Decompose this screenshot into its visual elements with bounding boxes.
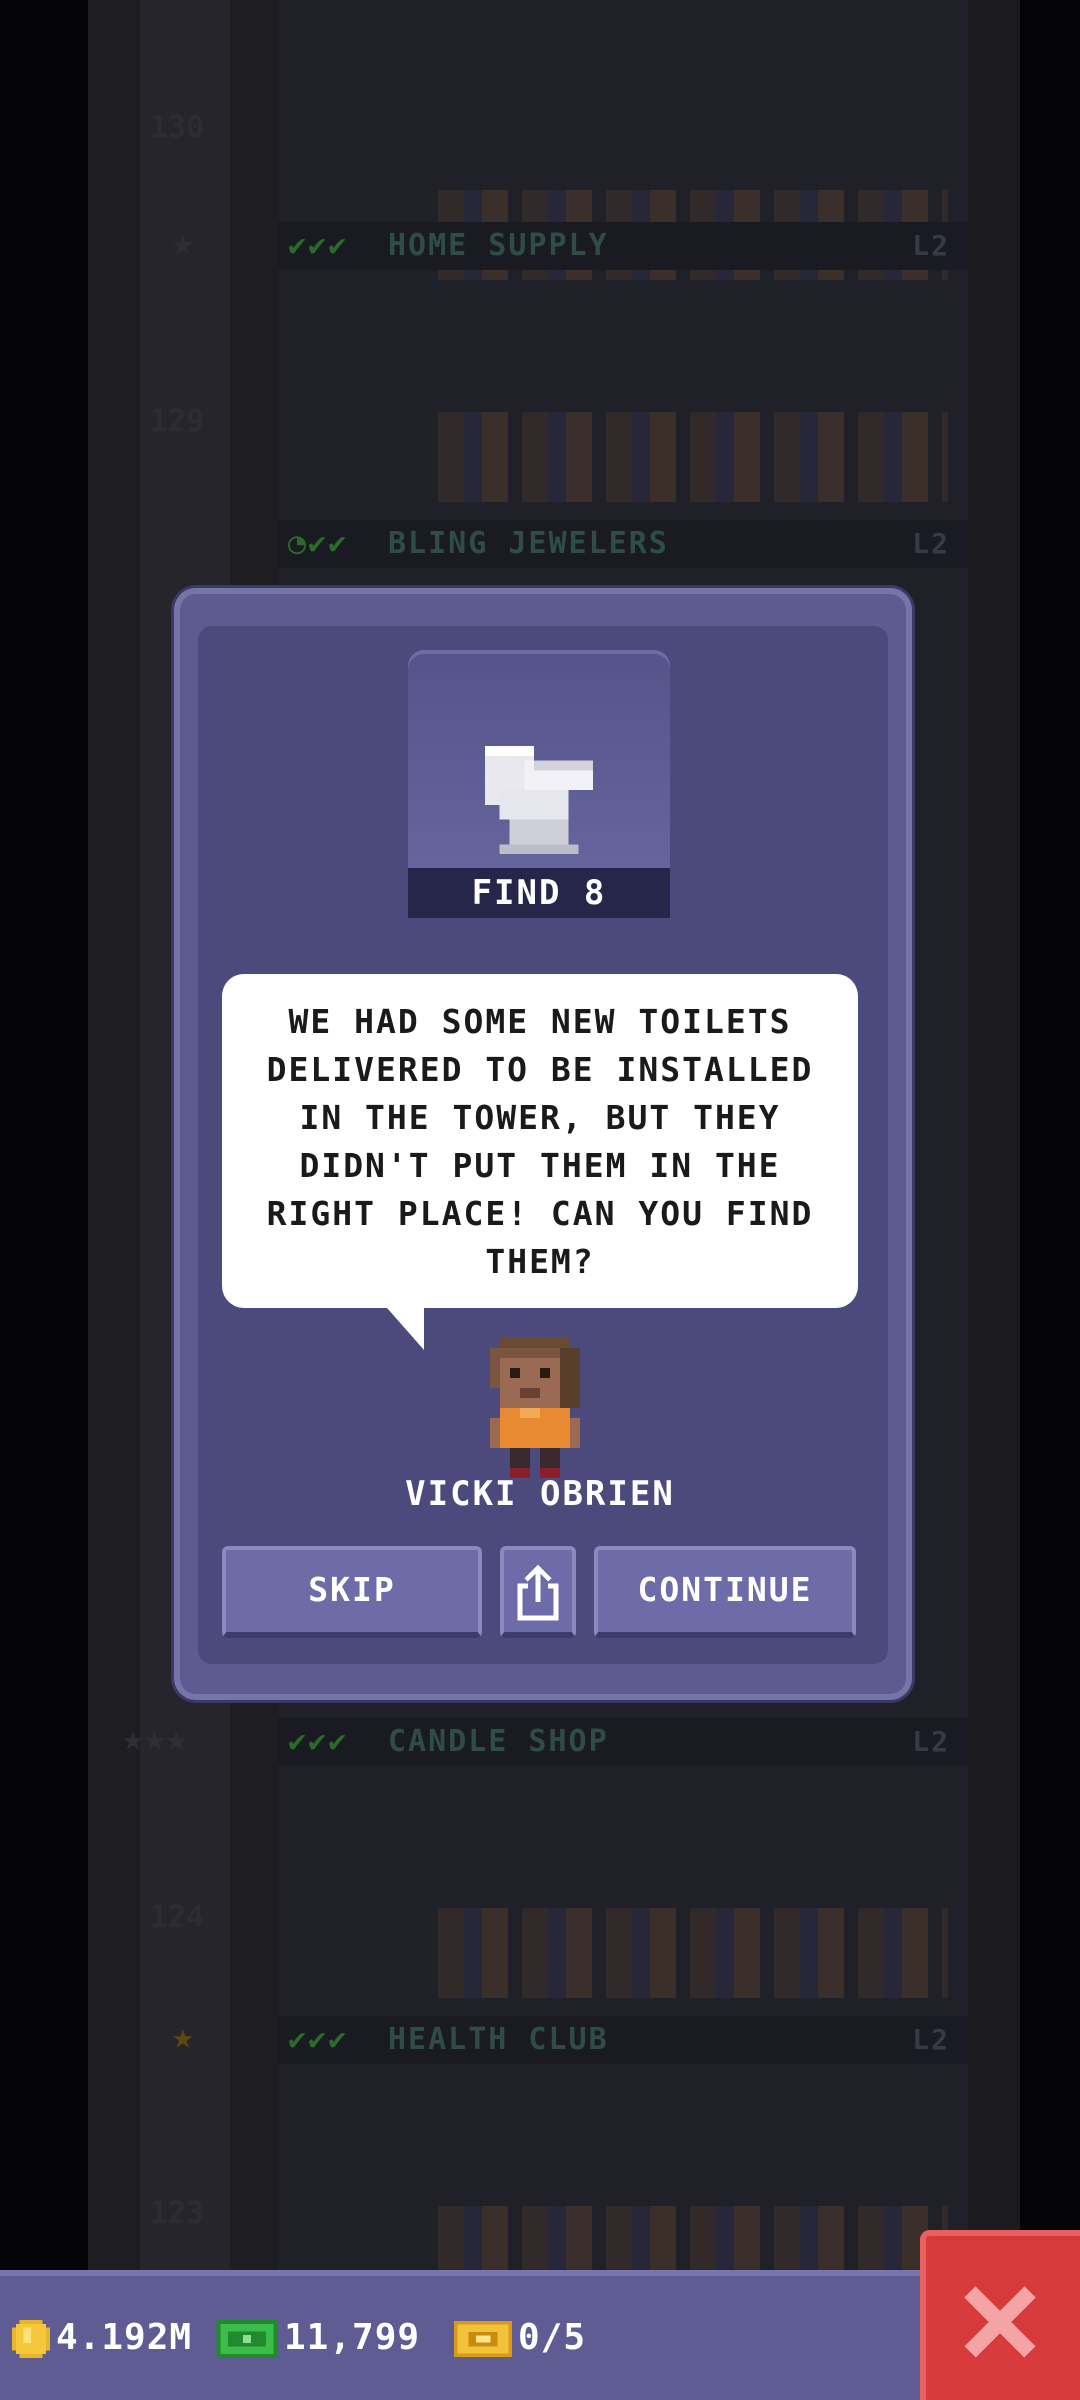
floor-status-checks: ✔✔✔ <box>288 1724 349 1759</box>
speech-bubble: WE HAD SOME NEW TOILETS DELIVERED TO BE … <box>222 974 858 1308</box>
tickets-counter: 0/5 <box>454 2310 586 2366</box>
bux-icon <box>216 2320 278 2358</box>
share-button[interactable] <box>500 1546 576 1638</box>
floor-status-checks: ✔✔✔ <box>288 2022 349 2057</box>
floor-level: L2 <box>912 229 950 262</box>
floor-number: 124 <box>150 1900 205 1935</box>
floor-row: ✔✔✔ HOME SUPPLY L2 <box>278 222 968 522</box>
floor-status-checks: ◔✔✔ <box>288 526 349 561</box>
ticket-icon <box>454 2320 512 2358</box>
skip-button[interactable]: SKIP <box>222 1546 482 1638</box>
character-avatar <box>490 1338 580 1478</box>
item-caption: FIND 8 <box>408 868 670 918</box>
coins-counter: 4.192M <box>12 2310 192 2366</box>
star-icon: ★★★ <box>122 1718 188 1759</box>
star-icon: ★ <box>172 222 194 263</box>
floor-name: BLING JEWELERS <box>388 526 669 561</box>
floor-level: L2 <box>912 2023 950 2056</box>
share-icon <box>517 1564 559 1621</box>
floor-number: 129 <box>150 404 205 439</box>
bottom-status-bar: 4.192M 11,799 0/5 <box>0 2270 1080 2400</box>
character-name: VICKI OBRIEN <box>405 1474 675 1514</box>
tickets-value: 0/5 <box>518 2317 587 2358</box>
floor-level: L2 <box>912 527 950 560</box>
coin-icon <box>12 2320 50 2358</box>
coins-value: 4.192M <box>56 2317 193 2358</box>
close-icon <box>964 2286 1036 2358</box>
floor-number: 130 <box>150 110 205 145</box>
building-rail <box>968 0 1020 2270</box>
floor-row: ✔✔✔ CANDLE SHOP L2 <box>278 1718 968 2018</box>
floor-residents <box>438 1908 948 1998</box>
floor-level: L2 <box>912 1725 950 1758</box>
speech-bubble-tail <box>380 1300 424 1350</box>
floor-name: HOME SUPPLY <box>388 228 609 263</box>
toilet-icon <box>484 745 594 855</box>
floor-residents <box>438 412 948 502</box>
bux-counter: 11,799 <box>216 2310 420 2366</box>
floor-name: HEALTH CLUB <box>388 2022 609 2057</box>
close-button[interactable] <box>920 2230 1080 2400</box>
star-icon: ★ <box>172 2016 194 2057</box>
floor-number: 123 <box>150 2196 205 2231</box>
floor-status-checks: ✔✔✔ <box>288 228 349 263</box>
floor-name: CANDLE SHOP <box>388 1724 609 1759</box>
continue-button[interactable]: CONTINUE <box>594 1546 856 1638</box>
bux-value: 11,799 <box>284 2317 421 2358</box>
